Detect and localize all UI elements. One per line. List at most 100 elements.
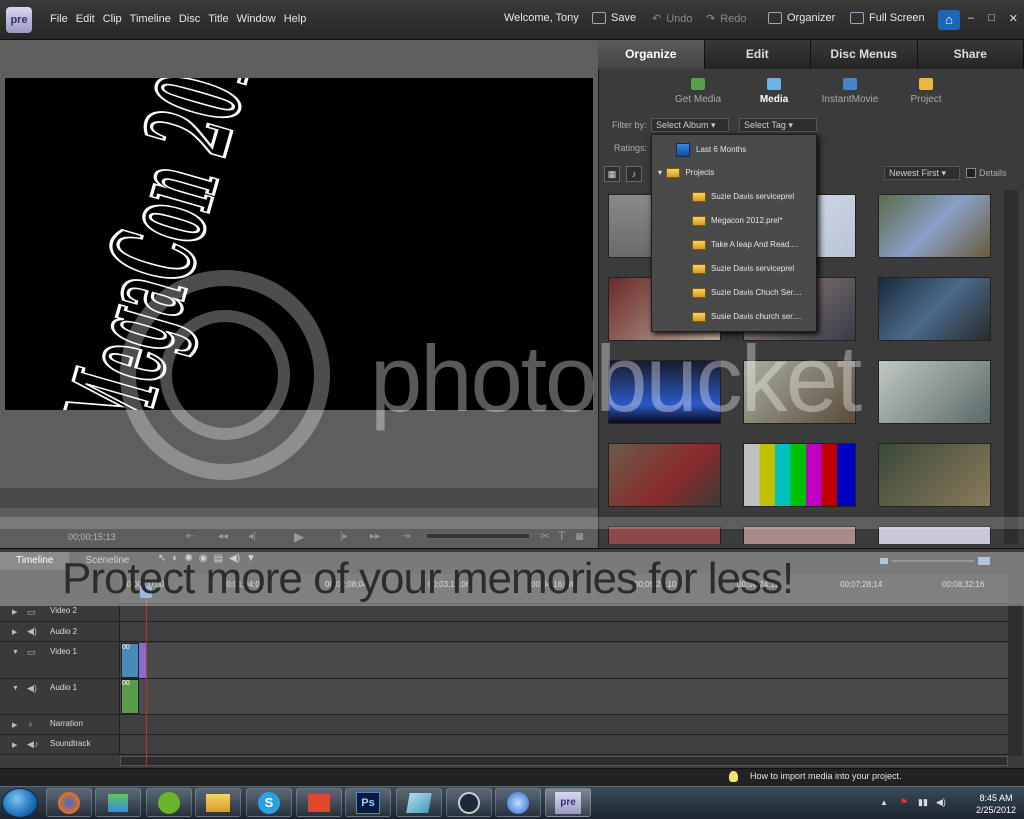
freeze-frame-icon[interactable]: ◙	[576, 529, 583, 543]
track-audio-2[interactable]: ▶ ◀) Audio 2	[0, 622, 1008, 642]
firefox-icon[interactable]	[46, 788, 92, 817]
track-video-1[interactable]: ▼ ▭ Video 1 00	[0, 643, 1008, 679]
tray-arrow-icon[interactable]: ▲	[880, 798, 888, 807]
menu-window[interactable]: Window	[237, 13, 276, 25]
organizer-button[interactable]: Organizer	[768, 12, 835, 24]
audio-tools-icon[interactable]: ◉	[199, 553, 208, 564]
media-thumbnail[interactable]	[878, 194, 991, 258]
track-audio-1[interactable]: ▼ ◀) Audio 1 00	[0, 679, 1008, 715]
menu-clip[interactable]: Clip	[103, 13, 122, 25]
tab-share[interactable]: Share	[917, 40, 1024, 69]
spotify-icon[interactable]	[146, 788, 192, 817]
media-thumbnail-color-bars[interactable]	[743, 443, 856, 507]
sort-select[interactable]: Newest First ▾	[884, 166, 960, 180]
track-soundtrack[interactable]: ▶ ◀♪ Soundtrack	[0, 735, 1008, 755]
skype-icon[interactable]: S	[246, 788, 292, 817]
tab-disc-menus[interactable]: Disc Menus	[811, 40, 918, 69]
smart-fix-icon[interactable]: ◐	[172, 553, 178, 564]
menu-help[interactable]: Help	[284, 13, 307, 25]
volume-icon[interactable]: ◀)	[229, 553, 240, 564]
project-item[interactable]: Megacon 2012.prel*	[692, 216, 783, 226]
network-icon[interactable]: ▮▮	[918, 797, 928, 808]
itunes-icon[interactable]	[495, 788, 541, 817]
expand-arrow-icon[interactable]: ▶	[12, 721, 17, 729]
split-clip-icon[interactable]: ✂	[540, 529, 550, 543]
playhead-handle[interactable]	[140, 586, 152, 598]
video-clip[interactable]	[139, 643, 146, 678]
save-button[interactable]: Save	[592, 12, 636, 24]
media-thumbnail[interactable]	[878, 443, 991, 507]
volume-tray-icon[interactable]: ◀)	[936, 797, 946, 808]
selection-tool-icon[interactable]: ↖	[158, 553, 166, 564]
media-thumbnail[interactable]	[608, 526, 721, 544]
media-thumbnail[interactable]	[743, 526, 856, 544]
title-tool-icon[interactable]: T	[558, 529, 565, 543]
playhead[interactable]	[146, 590, 147, 765]
photoshop-icon[interactable]: Ps	[345, 788, 391, 817]
media-thumbnail[interactable]	[878, 277, 991, 341]
tab-timeline[interactable]: Timeline	[0, 552, 70, 570]
media-thumbnail[interactable]	[608, 360, 721, 424]
properties-icon[interactable]: ▤	[214, 553, 223, 564]
expand-arrow-icon[interactable]: ▶	[12, 741, 17, 749]
menu-edit[interactable]: Edit	[76, 13, 95, 25]
media-thumbnail[interactable]	[743, 360, 856, 424]
project-item[interactable]: Suzie Davis Chuch Ser....	[692, 288, 802, 298]
marker-icon[interactable]: ▼	[246, 553, 256, 564]
tab-organize[interactable]: Organize	[598, 40, 705, 69]
tab-sceneline[interactable]: Sceneline	[69, 552, 145, 570]
subtab-get-media[interactable]: Get Media	[660, 78, 736, 105]
media-thumbnail[interactable]	[878, 360, 991, 424]
menu-title[interactable]: Title	[208, 13, 228, 25]
track-video-2[interactable]: ▶ ▭ Video 2	[0, 604, 1008, 622]
go-to-start-icon[interactable]: ⇤	[186, 531, 194, 542]
premiere-taskbar-icon[interactable]: pre	[545, 788, 591, 817]
expand-arrow-icon[interactable]: ▶	[12, 628, 17, 636]
track-narration[interactable]: ▶ ♁ Narration	[0, 715, 1008, 735]
audio-clip[interactable]: 00	[121, 679, 139, 714]
collapse-arrow-icon[interactable]: ▼	[12, 685, 19, 692]
shuttle-slider[interactable]	[426, 533, 530, 539]
zoom-out-icon[interactable]	[880, 558, 888, 564]
messenger-icon[interactable]	[95, 788, 141, 817]
subtab-instantmovie[interactable]: InstantMovie	[812, 78, 888, 105]
video-filter-icon[interactable]: ▦	[604, 166, 620, 182]
collapse-arrow-icon[interactable]: ▼	[12, 649, 19, 656]
start-button[interactable]	[2, 788, 38, 818]
project-item[interactable]: Susie Davis church ser....	[692, 312, 801, 322]
undo-button[interactable]: ↶ Undo	[652, 12, 693, 26]
video-clip[interactable]: 00	[121, 643, 139, 678]
home-icon[interactable]: ⌂	[938, 10, 960, 30]
audio-filter-icon[interactable]: ♪	[626, 166, 642, 182]
step-forward-icon[interactable]: |▸	[340, 531, 348, 542]
album-last-6-months[interactable]: Last 6 Months	[676, 143, 746, 157]
zoom-slider[interactable]	[880, 556, 990, 566]
rewind-icon[interactable]: ◂◂	[218, 531, 228, 542]
status-tip[interactable]: How to import media into your project.	[750, 771, 902, 781]
timeline-vscrollbar[interactable]	[1008, 604, 1022, 756]
timeline-hscrollbar[interactable]	[120, 756, 1008, 766]
fast-forward-icon[interactable]: ▸▸	[370, 531, 380, 542]
menu-disc[interactable]: Disc	[179, 13, 200, 25]
fullscreen-button[interactable]: Full Screen	[850, 12, 925, 24]
steam-icon[interactable]	[446, 788, 492, 817]
time-ruler[interactable]	[120, 574, 1008, 604]
play-icon[interactable]: ▶	[294, 529, 304, 545]
subtab-project[interactable]: Project	[888, 78, 964, 105]
tag-select[interactable]: Select Tag ▾	[739, 118, 817, 132]
zoom-in-icon[interactable]	[978, 557, 990, 565]
step-back-icon[interactable]: ◂|	[248, 531, 256, 542]
media-scrollbar[interactable]	[1004, 190, 1018, 544]
menu-file[interactable]: File	[50, 13, 68, 25]
redo-button[interactable]: ↷ Redo	[706, 12, 747, 26]
minimize-icon[interactable]: –	[968, 12, 974, 25]
menu-timeline[interactable]: Timeline	[130, 13, 171, 25]
subtab-media[interactable]: Media	[736, 78, 812, 105]
album-select[interactable]: Select Album ▾	[651, 118, 729, 132]
project-item[interactable]: Suzie Davis serviceprel	[692, 192, 794, 202]
media-thumbnail[interactable]	[878, 526, 991, 544]
expand-arrow-icon[interactable]: ▶	[12, 608, 17, 616]
media-thumbnail[interactable]	[608, 443, 721, 507]
details-checkbox[interactable]	[966, 168, 976, 178]
project-item[interactable]: Take A leap And Read....	[692, 240, 798, 250]
